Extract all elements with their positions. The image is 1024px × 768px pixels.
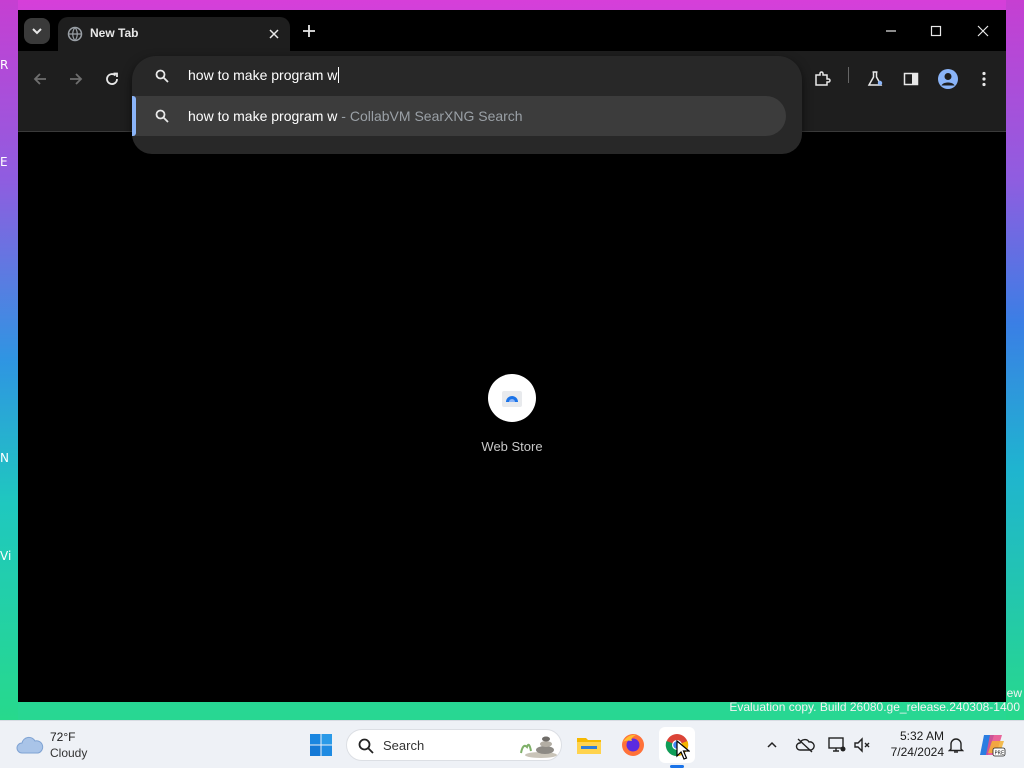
close-window-button[interactable] xyxy=(968,18,998,44)
copilot-icon: PRE xyxy=(980,735,1006,757)
shortcut-icon-tile xyxy=(488,374,536,422)
chevron-down-icon xyxy=(32,28,42,35)
puzzle-icon xyxy=(815,71,831,86)
taskbar-search-placeholder: Search xyxy=(383,738,425,753)
toolbar-separator xyxy=(848,67,849,83)
menu-button[interactable] xyxy=(970,65,998,93)
desktop-icon-label-fragment[interactable]: R xyxy=(0,58,18,72)
bell-icon xyxy=(948,738,964,753)
omnibox-suggestion[interactable]: how to make program w - CollabVM SearXNG… xyxy=(132,96,786,136)
close-icon xyxy=(977,25,989,37)
reload-button[interactable] xyxy=(98,65,126,93)
arrow-right-icon xyxy=(70,73,83,85)
windows-logo-icon xyxy=(310,734,332,756)
clock[interactable]: 5:32 AM 7/24/2024 xyxy=(872,728,944,760)
side-panel-icon xyxy=(903,72,919,86)
search-icon xyxy=(155,109,169,123)
clock-date: 7/24/2024 xyxy=(890,745,944,759)
avatar-icon xyxy=(938,69,958,89)
suggestion-query: how to make program w xyxy=(188,108,338,124)
labs-button[interactable] xyxy=(861,65,889,93)
folder-icon xyxy=(577,738,601,754)
cloud-icon xyxy=(16,736,44,754)
svg-text:PRE: PRE xyxy=(995,751,1005,757)
tab-search-button[interactable] xyxy=(24,18,50,44)
tray-onedrive[interactable] xyxy=(795,735,815,755)
side-panel-button[interactable] xyxy=(897,65,925,93)
profile-button[interactable] xyxy=(934,65,962,93)
back-button[interactable] xyxy=(26,65,54,93)
flask-icon xyxy=(867,71,883,86)
arrow-left-icon xyxy=(33,73,46,85)
tab-new-tab[interactable]: New Tab xyxy=(58,17,290,51)
start-button[interactable] xyxy=(305,729,337,761)
maximize-button[interactable] xyxy=(921,18,951,44)
watermark-fragment: ew xyxy=(1006,686,1022,700)
web-store-icon xyxy=(502,391,522,407)
tab-title: New Tab xyxy=(90,26,139,40)
notifications-button[interactable] xyxy=(946,735,966,755)
desktop-background-right xyxy=(1006,0,1024,720)
suggestion-separator: - xyxy=(337,108,350,124)
suggestion-source: CollabVM SearXNG Search xyxy=(349,108,523,124)
plus-icon xyxy=(303,25,315,37)
speaker-muted-icon xyxy=(854,737,870,753)
forward-button[interactable] xyxy=(62,65,90,93)
desktop-icon-label-fragment[interactable]: Vi xyxy=(0,549,18,563)
globe-icon xyxy=(67,26,83,42)
omnibox-dropdown: how to make program w how to make progra… xyxy=(132,56,802,154)
firefox-icon xyxy=(622,734,644,756)
desktop-icon-label-fragment[interactable]: N xyxy=(0,451,18,465)
search-icon xyxy=(155,69,169,83)
network-icon xyxy=(828,737,846,752)
browser-window: New Tab how to make program w how to mak… xyxy=(18,10,1006,702)
search-icon xyxy=(358,738,374,754)
weather-condition: Cloudy xyxy=(50,746,88,760)
show-hidden-icons-button[interactable] xyxy=(762,735,782,755)
taskbar-search-box[interactable]: Search xyxy=(346,729,562,761)
text-caret xyxy=(338,67,340,83)
chevron-up-icon xyxy=(767,741,777,748)
evaluation-watermark: Evaluation copy. Build 26080.ge_release.… xyxy=(729,700,1020,714)
close-icon xyxy=(269,29,279,39)
tab-close-button[interactable] xyxy=(265,25,283,43)
suggestion-selected-indicator xyxy=(132,96,136,136)
kebab-menu-icon xyxy=(982,71,986,87)
search-highlight-stones-icon xyxy=(520,736,557,758)
tray-sound[interactable] xyxy=(852,735,872,755)
taskbar-app-firefox[interactable] xyxy=(615,727,651,763)
weather-temperature: 72°F xyxy=(50,730,76,744)
desktop-icon-label-fragment[interactable]: E xyxy=(0,155,18,169)
clock-time: 5:32 AM xyxy=(899,729,944,743)
tray-network[interactable] xyxy=(827,735,847,755)
reload-icon xyxy=(106,72,118,85)
desktop-background-left xyxy=(0,0,18,720)
omnibox-input-text[interactable]: how to make program w xyxy=(188,67,337,83)
taskbar-app-file-explorer[interactable] xyxy=(571,727,607,763)
minimize-icon xyxy=(886,30,896,32)
maximize-icon xyxy=(930,25,942,37)
new-tab-button[interactable] xyxy=(299,21,319,41)
shortcut-label: Web Store xyxy=(481,439,543,454)
omnibox-input[interactable]: how to make program w xyxy=(132,56,802,96)
browser-toolbar: how to make program w how to make progra… xyxy=(18,51,1006,154)
weather-widget[interactable]: 72°F Cloudy xyxy=(16,729,116,761)
shortcut-web-store[interactable]: Web Store xyxy=(468,362,556,462)
cloud-offline-icon xyxy=(795,738,815,753)
copilot-button[interactable]: PRE xyxy=(978,731,1006,759)
mouse-pointer-icon xyxy=(676,740,690,760)
minimize-button[interactable] xyxy=(876,18,906,44)
taskbar: 72°F Cloudy Search 5:32 AM 7/24/2024 PRE xyxy=(0,720,1024,768)
extensions-button[interactable] xyxy=(808,65,836,93)
tab-strip: New Tab xyxy=(18,10,1006,51)
